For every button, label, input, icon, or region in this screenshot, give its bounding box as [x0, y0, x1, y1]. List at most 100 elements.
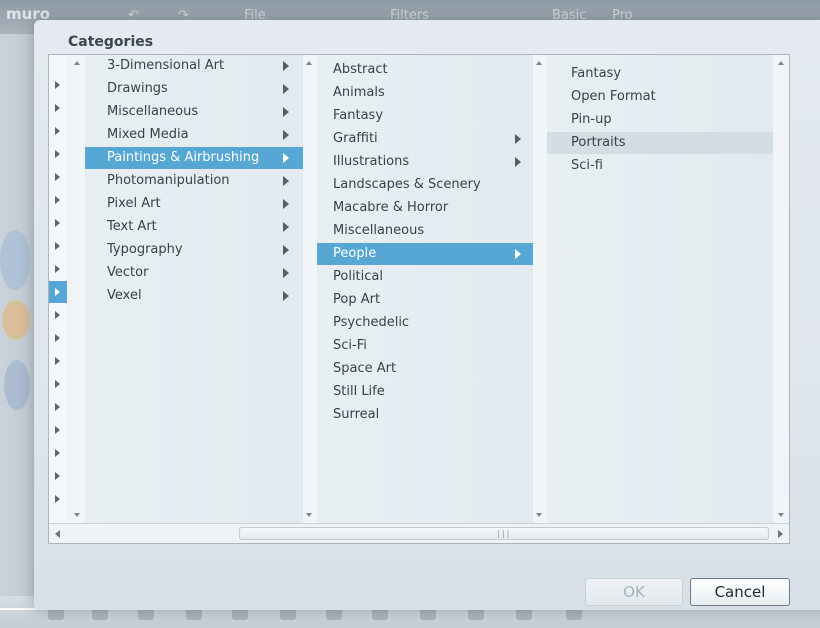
category-item[interactable]: Space Art	[317, 358, 533, 380]
chevron-right-icon	[283, 84, 289, 94]
category-item-label: Abstract	[333, 62, 388, 77]
category-item-label: Political	[333, 269, 383, 284]
category-item-label: Miscellaneous	[107, 104, 199, 119]
category-item[interactable]: Macabre & Horror	[317, 197, 533, 219]
category-item[interactable]: Landscapes & Scenery	[317, 174, 533, 196]
category-item[interactable]: Drawings	[85, 78, 303, 100]
category-item[interactable]: Sci-fi	[547, 155, 773, 177]
category-item[interactable]: Still Life	[317, 381, 533, 403]
chevron-right-icon[interactable]	[55, 403, 60, 411]
category-item-label: Paintings & Airbrushing	[107, 150, 260, 165]
chevron-right-icon	[515, 157, 521, 167]
chevron-right-icon[interactable]	[55, 334, 60, 342]
chevron-right-icon	[283, 130, 289, 140]
chevron-right-icon	[55, 288, 60, 296]
chevron-right-icon[interactable]	[55, 196, 60, 204]
category-item[interactable]: Animals	[317, 82, 533, 104]
category-item[interactable]: Miscellaneous	[317, 220, 533, 242]
chevron-right-icon[interactable]	[55, 495, 60, 503]
category-column-3: Fantasy Open Format Pin-up Portraits Sci-fi	[547, 55, 773, 523]
category-item[interactable]: Illustrations	[317, 151, 533, 173]
scroll-right-icon[interactable]	[778, 530, 783, 538]
category-item[interactable]: Mixed Media	[85, 124, 303, 146]
category-item[interactable]: Fantasy	[547, 63, 773, 85]
category-column-2: Abstract Animals Fantasy Graffiti Illustrati…	[317, 55, 533, 523]
canvas-paint-blob	[4, 360, 30, 410]
chevron-right-icon[interactable]	[55, 380, 60, 388]
category-item[interactable]: Miscellaneous	[85, 101, 303, 123]
scroll-down-icon[interactable]	[306, 513, 312, 517]
scroll-down-icon[interactable]	[74, 513, 80, 517]
category-item[interactable]: Vector	[85, 262, 303, 284]
chevron-right-icon[interactable]	[55, 104, 60, 112]
chevron-right-icon[interactable]	[55, 242, 60, 250]
chevron-right-icon	[515, 249, 521, 259]
scroll-down-icon[interactable]	[778, 513, 784, 517]
gutter-scrollbar[interactable]	[71, 55, 85, 523]
category-item-label: Photomanipulation	[107, 173, 230, 188]
category-item[interactable]: Typography	[85, 239, 303, 261]
category-item-label: Still Life	[333, 384, 385, 399]
dialog-title: Categories	[68, 34, 154, 50]
category-item[interactable]: Portraits	[547, 132, 773, 154]
category-item[interactable]: Pin-up	[547, 109, 773, 131]
category-item[interactable]: Open Format	[547, 86, 773, 108]
scroll-up-icon[interactable]	[536, 61, 542, 65]
category-item-label: Text Art	[107, 219, 157, 234]
chevron-right-icon[interactable]	[55, 357, 60, 365]
category-item[interactable]: Psychedelic	[317, 312, 533, 334]
chevron-right-icon	[283, 245, 289, 255]
category-item-label: Vexel	[107, 288, 142, 303]
chevron-right-icon[interactable]	[55, 150, 60, 158]
chevron-right-icon[interactable]	[55, 127, 60, 135]
category-item[interactable]: Graffiti	[317, 128, 533, 150]
chevron-right-icon[interactable]	[55, 219, 60, 227]
category-item-label: Miscellaneous	[333, 223, 425, 238]
category-item[interactable]: Political	[317, 266, 533, 288]
category-item[interactable]: 3-Dimensional Art	[85, 55, 303, 77]
ok-button[interactable]: OK	[585, 578, 683, 606]
scroll-down-icon[interactable]	[536, 513, 542, 517]
cancel-button[interactable]: Cancel	[690, 578, 790, 606]
category-item-label: Vector	[107, 265, 149, 280]
canvas-paint-blob	[2, 300, 30, 340]
column-3-scrollbar[interactable]	[775, 55, 789, 523]
column-1-scrollbar[interactable]	[303, 55, 317, 523]
category-item[interactable]: People	[317, 243, 533, 265]
chevron-right-icon[interactable]	[55, 81, 60, 89]
category-item-label: Landscapes & Scenery	[333, 177, 481, 192]
category-item[interactable]: Pixel Art	[85, 193, 303, 215]
scroll-up-icon[interactable]	[306, 61, 312, 65]
chevron-right-icon[interactable]	[55, 311, 60, 319]
category-item[interactable]: Surreal	[317, 404, 533, 426]
column-2-scrollbar[interactable]	[533, 55, 547, 523]
category-item-label: People	[333, 246, 377, 261]
category-item[interactable]: Sci-Fi	[317, 335, 533, 357]
chevron-right-icon[interactable]	[55, 472, 60, 480]
category-item[interactable]: Vexel	[85, 285, 303, 307]
scroll-left-icon[interactable]	[55, 530, 60, 538]
category-item-label: Animals	[333, 85, 385, 100]
scroll-thumb[interactable]: |||	[239, 527, 769, 540]
category-item-label: Mixed Media	[107, 127, 189, 142]
category-item-label: Sci-Fi	[333, 338, 367, 353]
category-item[interactable]: Text Art	[85, 216, 303, 238]
horizontal-scrollbar[interactable]: |||	[49, 523, 789, 543]
category-item-label: Psychedelic	[333, 315, 410, 330]
category-item[interactable]: Photomanipulation	[85, 170, 303, 192]
chevron-right-icon[interactable]	[55, 426, 60, 434]
category-item-label: Drawings	[107, 81, 168, 96]
parent-item-selected[interactable]	[49, 281, 67, 303]
chevron-right-icon[interactable]	[55, 173, 60, 181]
category-item[interactable]: Abstract	[317, 59, 533, 81]
chevron-right-icon[interactable]	[55, 449, 60, 457]
scroll-up-icon[interactable]	[74, 61, 80, 65]
category-item[interactable]: Pop Art	[317, 289, 533, 311]
scroll-up-icon[interactable]	[778, 61, 784, 65]
category-browser: 3-Dimensional Art Drawings Miscellaneous Mi…	[48, 54, 790, 544]
category-item[interactable]: Paintings & Airbrushing	[85, 147, 303, 169]
chevron-right-icon[interactable]	[55, 265, 60, 273]
category-item[interactable]: Fantasy	[317, 105, 533, 127]
chevron-right-icon	[283, 176, 289, 186]
chevron-right-icon	[283, 222, 289, 232]
